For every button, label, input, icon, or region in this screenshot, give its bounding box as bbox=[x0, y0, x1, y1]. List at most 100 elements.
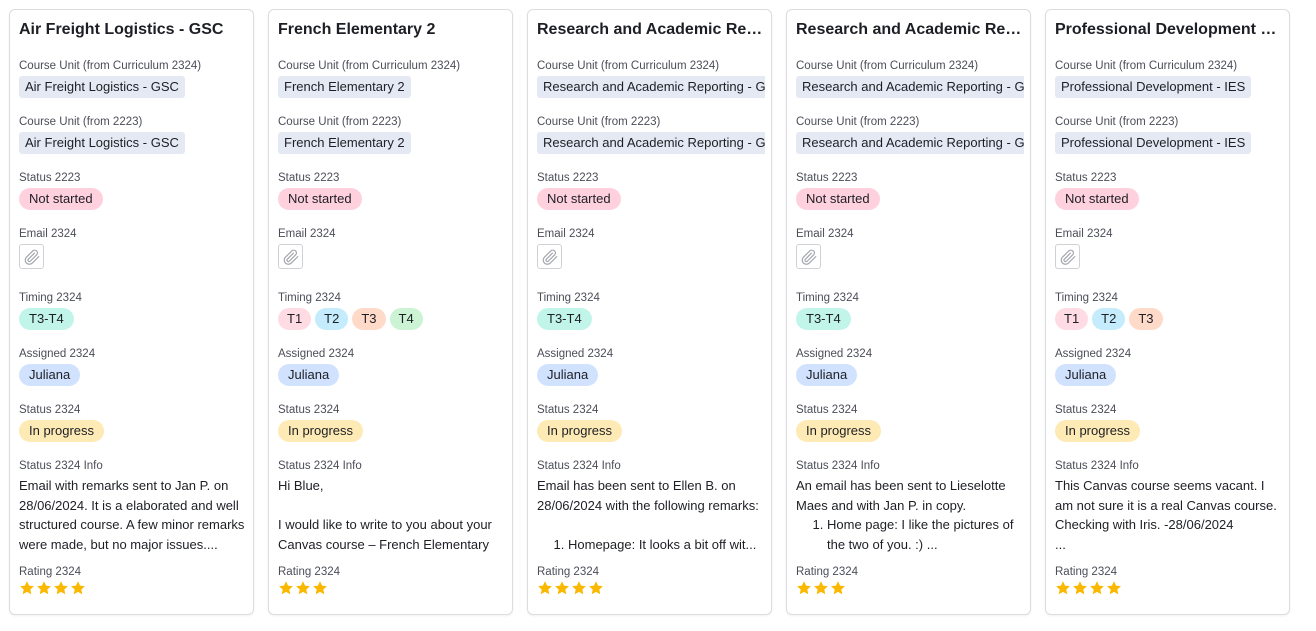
field-label: Timing 2324 bbox=[796, 292, 859, 304]
star-icon[interactable] bbox=[36, 580, 52, 596]
rating-stars[interactable] bbox=[1055, 580, 1283, 598]
timing-pills: T3-T4 bbox=[537, 308, 765, 330]
record-card[interactable]: Professional Development - IES Course Un… bbox=[1045, 9, 1290, 615]
info-line: This Canvas course seems vacant. I am no… bbox=[1055, 478, 1277, 532]
field-status-2324: Status 2324 In progress bbox=[796, 403, 1024, 442]
field-label: Assigned 2324 bbox=[19, 348, 96, 360]
field-label: Course Unit (from Curriculum 2324) bbox=[1055, 60, 1238, 72]
linked-record-chip[interactable]: Research and Academic Reporting - GBL bbox=[537, 132, 765, 154]
field-status-2324: Status 2324 In progress bbox=[1055, 403, 1283, 442]
linked-record-chip[interactable]: Professional Development - IES bbox=[1055, 76, 1252, 98]
linked-record-chip[interactable]: Research and Academic Reporting - GSC bbox=[796, 76, 1024, 98]
timing-pills: T1 T2 T3 bbox=[1055, 308, 1283, 330]
timing-pills: T3-T4 bbox=[19, 308, 247, 330]
field-rating-2324: Rating 2324 bbox=[537, 565, 765, 598]
field-label: Timing 2324 bbox=[537, 292, 600, 304]
star-icon[interactable] bbox=[278, 580, 294, 596]
field-assigned-2324: Assigned 2324 Juliana bbox=[278, 347, 506, 386]
info-list: Home page: I like the pictures of the tw… bbox=[796, 515, 1024, 554]
field-course-unit-2223: Course Unit (from 2223) French Elementar… bbox=[278, 115, 506, 154]
status-badge: In progress bbox=[796, 420, 882, 442]
field-status-2324: Status 2324 In progress bbox=[19, 403, 247, 442]
field-assigned-2324: Assigned 2324 Juliana bbox=[537, 347, 765, 386]
record-card[interactable]: Research and Academic Reporting - GSC Co… bbox=[786, 9, 1031, 615]
field-assigned-2324: Assigned 2324 Juliana bbox=[796, 347, 1024, 386]
star-icon[interactable] bbox=[1055, 580, 1071, 596]
linked-record-chip[interactable]: Air Freight Logistics - GSC bbox=[19, 76, 185, 98]
field-course-unit-curriculum: Course Unit (from Curriculum 2324) Air F… bbox=[19, 59, 247, 98]
field-assigned-2324: Assigned 2324 Juliana bbox=[19, 347, 247, 386]
field-email-2324: Email 2324 bbox=[796, 227, 1024, 269]
status-badge: Not started bbox=[537, 188, 621, 210]
star-icon[interactable] bbox=[830, 580, 846, 596]
rating-stars[interactable] bbox=[278, 580, 506, 598]
star-icon[interactable] bbox=[588, 580, 604, 596]
field-timing-2324: Timing 2324 T3-T4 bbox=[537, 291, 765, 330]
field-label: Timing 2324 bbox=[278, 292, 341, 304]
linked-record-chip[interactable]: Professional Development - IES bbox=[1055, 132, 1252, 154]
info-list-item: Homepage: It looks a bit off wit... bbox=[568, 535, 765, 555]
linked-record-chip[interactable]: French Elementary 2 bbox=[278, 132, 411, 154]
field-label: Email 2324 bbox=[796, 228, 854, 240]
field-label: Status 2223 bbox=[1055, 172, 1117, 184]
field-course-unit-curriculum: Course Unit (from Curriculum 2324) Frenc… bbox=[278, 59, 506, 98]
star-icon[interactable] bbox=[537, 580, 553, 596]
linked-record-chip[interactable]: French Elementary 2 bbox=[278, 76, 411, 98]
star-icon[interactable] bbox=[53, 580, 69, 596]
status-badge: Not started bbox=[278, 188, 362, 210]
star-icon[interactable] bbox=[813, 580, 829, 596]
status-info-text: Email has been sent to Ellen B. on 28/06… bbox=[537, 476, 765, 554]
linked-record-chip[interactable]: Research and Academic Reporting - GSC bbox=[796, 132, 1024, 154]
attachment-button[interactable] bbox=[1055, 244, 1080, 269]
field-label: Assigned 2324 bbox=[278, 348, 355, 360]
star-icon[interactable] bbox=[554, 580, 570, 596]
field-label: Course Unit (from Curriculum 2324) bbox=[537, 60, 720, 72]
rating-stars[interactable] bbox=[19, 580, 247, 598]
star-icon[interactable] bbox=[295, 580, 311, 596]
info-line: Email with remarks sent to Jan P. on 28/… bbox=[19, 478, 245, 552]
timing-pill: T2 bbox=[315, 308, 349, 330]
field-label: Status 2223 bbox=[19, 172, 81, 184]
field-course-unit-2223: Course Unit (from 2223) Research and Aca… bbox=[796, 115, 1024, 154]
field-label: Status 2223 bbox=[537, 172, 599, 184]
star-icon[interactable] bbox=[1106, 580, 1122, 596]
timing-pill: T3 bbox=[352, 308, 386, 330]
star-icon[interactable] bbox=[1072, 580, 1088, 596]
field-label: Status 2324 Info bbox=[796, 460, 880, 472]
status-badge: Not started bbox=[1055, 188, 1139, 210]
linked-record-chip[interactable]: Research and Academic Reporting - GBL bbox=[537, 76, 765, 98]
field-label: Rating 2324 bbox=[1055, 566, 1118, 578]
field-email-2324: Email 2324 bbox=[537, 227, 765, 269]
star-icon[interactable] bbox=[571, 580, 587, 596]
record-card[interactable]: Air Freight Logistics - GSC Course Unit … bbox=[9, 9, 254, 615]
field-label: Status 2324 Info bbox=[19, 460, 103, 472]
linked-record-chip[interactable]: Air Freight Logistics - GSC bbox=[19, 132, 185, 154]
star-icon[interactable] bbox=[1089, 580, 1105, 596]
field-label: Timing 2324 bbox=[1055, 292, 1118, 304]
star-icon[interactable] bbox=[312, 580, 328, 596]
field-label: Course Unit (from 2223) bbox=[796, 116, 920, 128]
field-status-2324: Status 2324 In progress bbox=[537, 403, 765, 442]
status-info-text: Email with remarks sent to Jan P. on 28/… bbox=[19, 476, 247, 554]
star-icon[interactable] bbox=[70, 580, 86, 596]
field-label: Rating 2324 bbox=[796, 566, 859, 578]
status-badge: In progress bbox=[278, 420, 364, 442]
field-label: Course Unit (from Curriculum 2324) bbox=[278, 60, 461, 72]
field-label: Rating 2324 bbox=[278, 566, 341, 578]
star-icon[interactable] bbox=[19, 580, 35, 596]
field-assigned-2324: Assigned 2324 Juliana bbox=[1055, 347, 1283, 386]
record-card[interactable]: French Elementary 2 Course Unit (from Cu… bbox=[268, 9, 513, 615]
record-card[interactable]: Research and Academic Reporting - GBL Co… bbox=[527, 9, 772, 615]
field-timing-2324: Timing 2324 T3-T4 bbox=[796, 291, 1024, 330]
rating-stars[interactable] bbox=[796, 580, 1024, 598]
timing-pill: T3-T4 bbox=[19, 308, 74, 330]
attachment-button[interactable] bbox=[19, 244, 44, 269]
star-icon[interactable] bbox=[796, 580, 812, 596]
rating-stars[interactable] bbox=[537, 580, 765, 598]
attachment-button[interactable] bbox=[796, 244, 821, 269]
info-list-item: Home page: I like the pictures of the tw… bbox=[827, 515, 1024, 554]
assignee-badge: Juliana bbox=[1055, 364, 1117, 386]
attachment-button[interactable] bbox=[537, 244, 562, 269]
status-badge: In progress bbox=[537, 420, 623, 442]
attachment-button[interactable] bbox=[278, 244, 303, 269]
